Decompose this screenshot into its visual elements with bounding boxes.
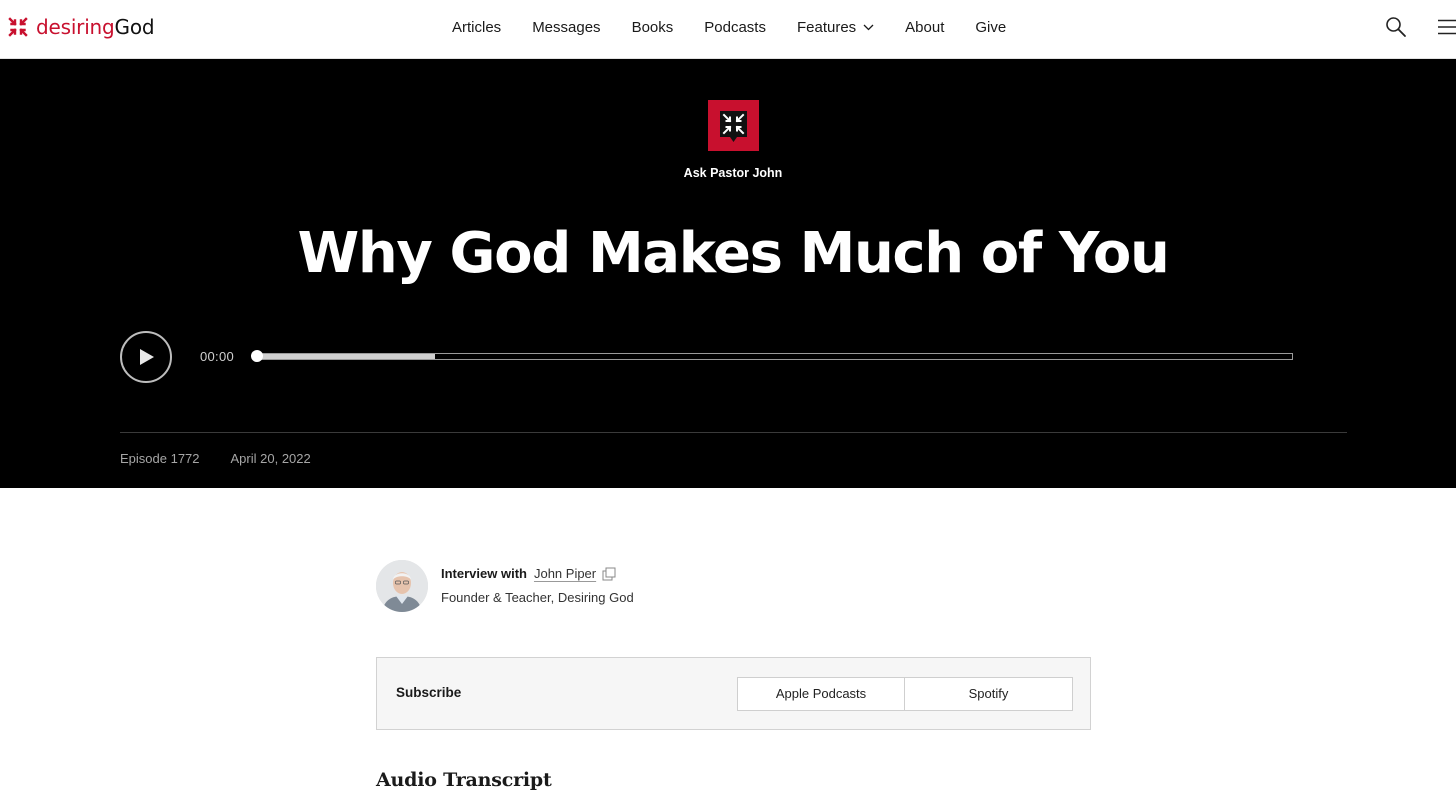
search-icon [1386,17,1406,37]
player-scrubber-handle[interactable] [251,350,263,362]
logo-wordmark-part2: God [114,15,155,39]
episode-meta: Episode 1772 April 20, 2022 [120,451,311,466]
site-header: desiringGod Articles Messages Books Podc… [0,0,1456,59]
player-progress-track[interactable] [256,353,1293,360]
author-photo [376,560,428,612]
spotify-button[interactable]: Spotify [904,677,1073,711]
episode-title: Why God Makes Much of You [297,221,1170,286]
hamburger-menu-icon [1438,19,1456,35]
main-nav: Articles Messages Books Podcasts Feature… [452,17,1006,37]
logo-wordmark: desiringGod [36,15,155,39]
nav-features-label: Features [796,18,857,36]
search-button[interactable] [1385,16,1407,38]
ask-pastor-john-logo-icon [720,111,747,142]
play-button[interactable] [120,331,172,383]
author-line: Interview with John Piper [441,566,616,581]
chevron-down-icon [863,24,874,30]
hero-divider [120,432,1347,433]
series-badge[interactable] [708,100,759,151]
nav-messages[interactable]: Messages [532,19,600,36]
menu-button[interactable] [1438,19,1456,35]
author-bio-popup-icon[interactable] [602,567,616,581]
logo-wordmark-part1: desiring [36,15,115,39]
subscribe-label: Subscribe [396,685,462,700]
nav-features[interactable]: Features [797,19,874,36]
episode-number: Episode 1772 [120,451,200,466]
site-logo[interactable]: desiringGod [8,15,155,39]
nav-podcasts[interactable]: Podcasts [704,19,766,36]
play-icon [140,349,154,365]
episode-date: April 20, 2022 [230,451,311,466]
episode-hero: Ask Pastor John Why God Makes Much of Yo… [0,59,1456,488]
apple-podcasts-button[interactable]: Apple Podcasts [737,677,905,711]
player-current-time: 00:00 [200,349,235,364]
nav-books[interactable]: Books [632,19,674,36]
subscribe-box: Subscribe Apple Podcasts Spotify [376,657,1091,730]
author-role: Founder & Teacher, Desiring God [441,590,634,605]
nav-give[interactable]: Give [975,19,1006,36]
author-avatar[interactable] [376,560,428,612]
transcript-heading: Audio Transcript [376,769,552,791]
author-prefix: Interview with [441,566,527,581]
series-name[interactable]: Ask Pastor John [0,166,1456,180]
author-block: Interview with John Piper Founder & Teac… [376,560,896,612]
player-buffered-bar [257,354,435,359]
author-name-link[interactable]: John Piper [534,566,596,581]
nav-articles[interactable]: Articles [452,19,501,36]
nav-about[interactable]: About [905,19,944,36]
desiring-god-logo-icon [8,17,28,37]
